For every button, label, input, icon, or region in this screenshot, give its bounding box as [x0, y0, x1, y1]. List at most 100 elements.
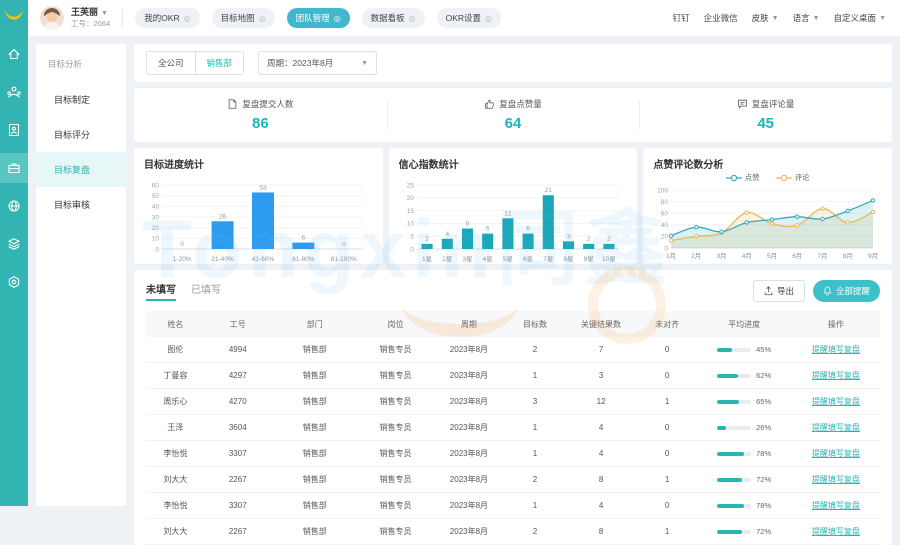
tab-filled[interactable]: 已填写: [191, 281, 221, 301]
cell-emp_id: 4297: [205, 363, 271, 389]
svg-text:2: 2: [425, 236, 429, 243]
rail-workspace-icon[interactable]: [0, 153, 28, 183]
svg-text:10: 10: [406, 221, 414, 228]
target-icon: ◎: [485, 14, 492, 23]
confidence-bar-chart: 051015202521星42星83星64星125星66星217星38星29星2…: [397, 172, 627, 264]
remind-fill-review-link[interactable]: 提醒填写复盘: [812, 423, 860, 432]
cell-name: 图伦: [146, 337, 205, 363]
progress-track: [717, 452, 751, 456]
user-employee-id: 工号：2064: [71, 19, 110, 28]
progress-track: [717, 426, 751, 430]
remind-fill-review-link[interactable]: 提醒填写复盘: [812, 397, 860, 406]
stat-2: 复盘评论量 45: [639, 88, 892, 142]
cell-emp_id: 3604: [205, 415, 271, 441]
legend-item-1[interactable]: 评论: [776, 172, 810, 183]
cell-key_results: 8: [564, 467, 637, 493]
nav-tab-3[interactable]: 数据看板◎: [362, 8, 425, 28]
layers-icon: [6, 236, 22, 252]
svg-text:8星: 8星: [563, 255, 574, 263]
svg-text:8: 8: [465, 221, 469, 228]
progress-fill: [717, 348, 732, 352]
scope-all-company-button[interactable]: 全公司: [147, 52, 195, 74]
rail-team-icon[interactable]: [0, 77, 28, 107]
cell-action: 提醒填写复盘: [792, 519, 880, 545]
export-label: 导出: [777, 285, 794, 297]
cell-position: 销售专员: [359, 519, 432, 545]
target-icon: ◎: [184, 14, 191, 23]
chart-title: 目标进度统计: [144, 156, 375, 171]
cell-goals: 2: [506, 519, 565, 545]
sidebar-item-2[interactable]: 目标复盘: [36, 152, 126, 187]
rail-network-icon[interactable]: [0, 191, 28, 221]
bar: [563, 241, 574, 249]
document-icon: [227, 98, 238, 110]
top-link-4[interactable]: 自定义桌面▼: [834, 12, 886, 24]
progress: 65%: [697, 397, 790, 406]
top-link-1[interactable]: 企业微信: [704, 12, 738, 24]
cell-name: 丁曼容: [146, 363, 205, 389]
cell-name: 李怡悦: [146, 441, 205, 467]
cell-emp_id: 4270: [205, 389, 271, 415]
svg-text:0: 0: [155, 246, 159, 253]
svg-text:21: 21: [544, 187, 552, 194]
cell-goals: 3: [506, 389, 565, 415]
nav-tab-2[interactable]: 团队管理◎: [287, 8, 350, 28]
svg-text:3星: 3星: [462, 255, 473, 263]
svg-text:1-20%: 1-20%: [173, 256, 192, 263]
scope-sales-dept-button[interactable]: 销售部: [195, 52, 244, 74]
cell-unaligned: 0: [638, 337, 697, 363]
user-meta[interactable]: 王芙丽▼ 工号：2064: [71, 7, 110, 28]
stat-label-text: 复盘评论量: [752, 98, 795, 110]
remind-fill-review-link[interactable]: 提醒填写复盘: [812, 371, 860, 380]
cell-dept: 销售部: [271, 389, 359, 415]
remind-all-button[interactable]: 全部提醒: [813, 280, 880, 302]
cell-unaligned: 0: [638, 441, 697, 467]
svg-text:2: 2: [607, 236, 611, 243]
progress-label: 65%: [756, 397, 771, 406]
cell-action: 提醒填写复盘: [792, 363, 880, 389]
svg-text:21-40%: 21-40%: [211, 256, 234, 263]
legend-item-0[interactable]: 点赞: [726, 172, 760, 183]
svg-text:9月: 9月: [868, 252, 878, 260]
chevron-down-icon: ▼: [813, 15, 820, 22]
rail-profile-doc-icon[interactable]: [0, 115, 28, 145]
cell-action: 提醒填写复盘: [792, 337, 880, 363]
avatar[interactable]: [40, 6, 64, 30]
top-link-3[interactable]: 语言▼: [793, 12, 820, 24]
remind-fill-review-link[interactable]: 提醒填写复盘: [812, 345, 860, 354]
table-row: 图伦4994销售部销售专员2023年8月27045%提醒填写复盘: [146, 337, 880, 363]
rail-layers-icon[interactable]: [0, 229, 28, 259]
cell-emp_id: 2267: [205, 519, 271, 545]
sidebar-item-3[interactable]: 目标审核: [36, 187, 126, 222]
review-table-card: 未填写 已填写 导出 全部提醒 姓名工号部门岗位: [134, 270, 892, 545]
top-link-0[interactable]: 钉钉: [673, 12, 690, 24]
remind-fill-review-link[interactable]: 提醒填写复盘: [812, 475, 860, 484]
cell-period: 2023年8月: [432, 519, 505, 545]
svg-text:61-80%: 61-80%: [292, 256, 315, 263]
tab-not-filled[interactable]: 未填写: [146, 281, 176, 301]
sidebar-item-0[interactable]: 目标制定: [36, 82, 126, 117]
column-header-2: 部门: [271, 311, 359, 337]
nav-tab-4[interactable]: OKR设置◎: [437, 8, 501, 28]
top-link-2[interactable]: 皮肤▼: [752, 12, 779, 24]
cell-goals: 1: [506, 415, 565, 441]
export-button[interactable]: 导出: [753, 280, 805, 302]
nav-tab-1[interactable]: 目标地图◎: [212, 8, 275, 28]
stat-value: 86: [252, 115, 269, 132]
cell-period: 2023年8月: [432, 415, 505, 441]
remind-fill-review-link[interactable]: 提醒填写复盘: [812, 449, 860, 458]
sidebar-item-1[interactable]: 目标评分: [36, 117, 126, 152]
nav-tab-0[interactable]: 我的OKR◎: [135, 8, 199, 28]
chevron-down-icon: ▼: [772, 15, 779, 22]
remind-fill-review-link[interactable]: 提醒填写复盘: [812, 527, 860, 536]
rail-settings-gear-icon[interactable]: [0, 267, 28, 297]
stat-value: 45: [757, 115, 774, 132]
cell-dept: 销售部: [271, 441, 359, 467]
rail-home-icon[interactable]: [0, 39, 28, 69]
brand-smile-logo[interactable]: [3, 7, 25, 23]
cell-key_results: 3: [564, 363, 637, 389]
bar: [522, 234, 533, 249]
column-header-5: 目标数: [506, 311, 565, 337]
period-select[interactable]: 周期：2023年8月 ▼: [258, 51, 377, 75]
column-header-8: 平均进度: [696, 311, 791, 337]
